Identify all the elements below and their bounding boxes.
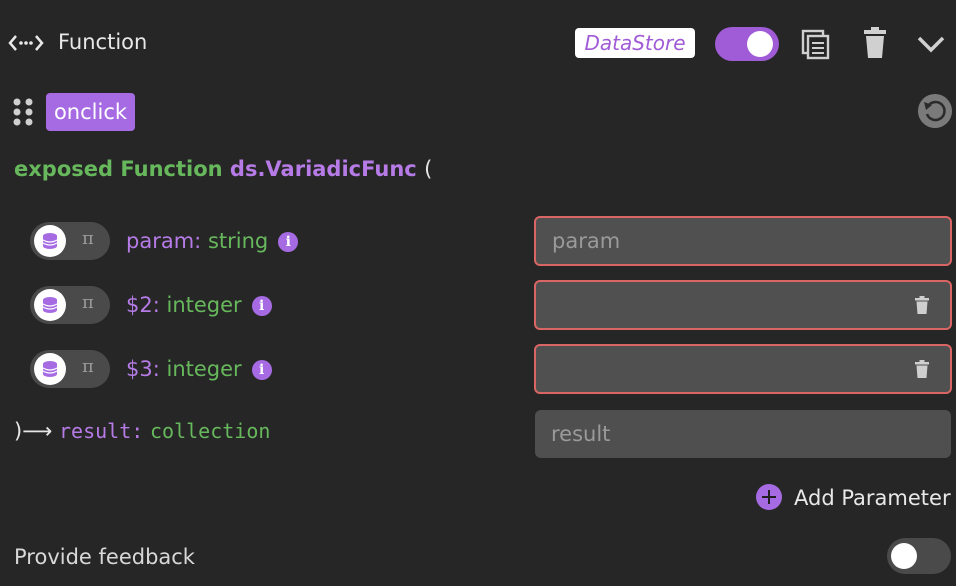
param-type: integer <box>166 293 242 317</box>
result-colon: : <box>131 419 144 443</box>
function-name: ds.VariadicFunc <box>229 157 417 181</box>
param-label: param: string i <box>126 229 299 253</box>
feedback-label: Provide feedback <box>14 545 195 569</box>
database-icon <box>42 361 58 377</box>
add-parameter-button[interactable]: Add Parameter <box>756 484 951 510</box>
drag-handle-icon[interactable] <box>12 97 34 127</box>
param-type: string <box>207 229 269 253</box>
param-name: $3 <box>126 357 153 381</box>
formula-icon: π <box>82 292 94 313</box>
open-paren: ( <box>424 157 433 181</box>
toggle-knob <box>891 543 917 569</box>
knob <box>34 289 66 321</box>
toggle-knob <box>747 31 773 57</box>
knob <box>34 225 66 257</box>
event-badge[interactable]: onclick <box>46 93 135 131</box>
param-type: integer <box>166 357 242 381</box>
param-colon: : <box>152 293 160 317</box>
formula-icon: π <box>82 228 94 249</box>
reset-icon[interactable] <box>918 94 952 128</box>
param-colon: : <box>194 229 202 253</box>
function-declaration: exposed Function ds.VariadicFunc ( <box>14 157 432 181</box>
result-name: result <box>59 419 132 443</box>
knob <box>34 353 66 385</box>
param-label: $3: integer i <box>126 357 272 381</box>
enable-toggle[interactable] <box>715 27 779 61</box>
database-icon <box>42 233 58 249</box>
add-parameter-label: Add Parameter <box>794 486 951 510</box>
database-icon <box>42 297 58 313</box>
result-input[interactable]: result <box>535 410 951 458</box>
declaration-keyword: exposed Function <box>14 157 223 181</box>
formula-icon: π <box>82 356 94 377</box>
trash-icon[interactable] <box>858 26 892 60</box>
function-icon <box>8 35 44 51</box>
info-icon[interactable]: i <box>251 360 272 380</box>
param-label: $2: integer i <box>126 293 272 317</box>
param-source-toggle[interactable]: π <box>30 350 110 388</box>
feedback-toggle[interactable] <box>887 538 951 574</box>
datastore-badge[interactable]: DataStore <box>575 28 695 58</box>
chevron-down-icon[interactable] <box>914 27 948 61</box>
block-title: Function <box>58 30 148 54</box>
param-source-toggle[interactable]: π <box>30 286 110 324</box>
result-type: collection <box>149 419 271 443</box>
param-input[interactable]: param <box>534 216 952 266</box>
delete-param-icon[interactable] <box>914 360 930 378</box>
info-icon[interactable]: i <box>278 232 299 252</box>
param-source-toggle[interactable]: π <box>30 222 110 260</box>
copy-icon[interactable] <box>799 27 833 61</box>
delete-param-icon[interactable] <box>914 296 930 314</box>
result-declaration: )⟶ result: collection <box>14 419 270 443</box>
plus-icon <box>756 484 782 510</box>
param-input[interactable] <box>534 344 952 394</box>
param-colon: : <box>152 357 160 381</box>
close-paren-arrow: )⟶ <box>14 419 53 443</box>
param-name: param <box>126 229 195 253</box>
param-name: $2 <box>126 293 153 317</box>
param-input[interactable] <box>534 280 952 330</box>
info-icon[interactable]: i <box>251 296 272 316</box>
